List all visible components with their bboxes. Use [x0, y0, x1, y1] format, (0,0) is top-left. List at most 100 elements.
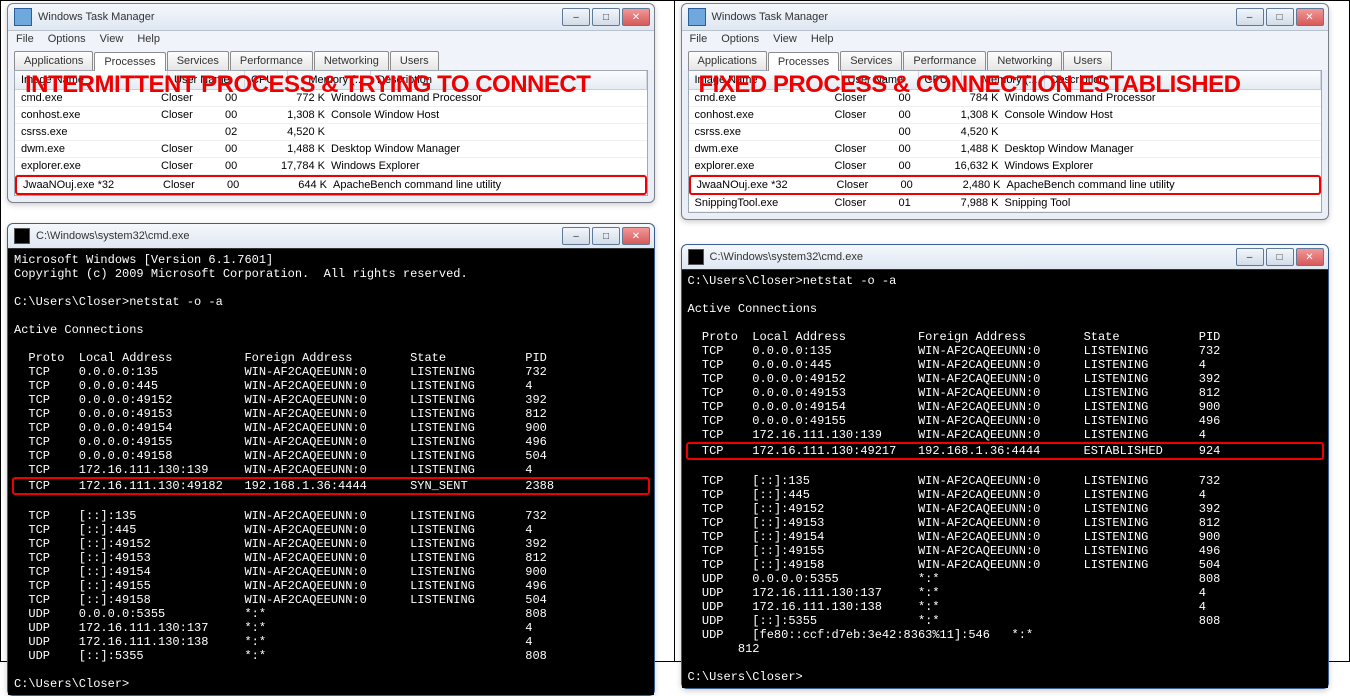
cell: conhost.exe	[21, 109, 161, 121]
maximize-button[interactable]: □	[592, 8, 620, 26]
overlay-label-right: FIXED PROCESS & CONNECTION ESTABLISHED	[699, 71, 1241, 99]
tab-performance[interactable]: Performance	[230, 51, 313, 70]
overlay-label-left: INTERMITTENT PROCESS & TRYING TO CONNECT	[25, 71, 590, 99]
close-button[interactable]: ✕	[622, 8, 650, 26]
cell: conhost.exe	[695, 109, 835, 121]
menu-options[interactable]: Options	[48, 33, 86, 45]
process-row[interactable]: explorer.exeCloser0017,784 KWindows Expl…	[15, 158, 647, 175]
close-button[interactable]: ✕	[622, 227, 650, 245]
maximize-button[interactable]: □	[1266, 248, 1294, 266]
tab-users[interactable]: Users	[390, 51, 439, 70]
cell: 00	[225, 143, 255, 155]
tab-processes[interactable]: Processes	[768, 52, 839, 71]
minimize-button[interactable]: –	[562, 8, 590, 26]
menu-view[interactable]: View	[100, 33, 124, 45]
cell: Windows Explorer	[331, 160, 641, 172]
cell: 00	[225, 160, 255, 172]
cell: 01	[899, 197, 929, 209]
cell: SnippingTool.exe	[695, 197, 835, 209]
titlebar[interactable]: Windows Task Manager–□✕	[682, 4, 1328, 31]
cell: Closer	[835, 160, 899, 172]
menubar: File Options View Help	[8, 31, 654, 47]
close-button[interactable]: ✕	[1296, 248, 1324, 266]
cell: JwaaNOuj.exe *32	[697, 179, 837, 191]
cell: ApacheBench command line utility	[1007, 179, 1313, 191]
cell: Closer	[835, 109, 899, 121]
cell: Closer	[163, 179, 227, 191]
cell: JwaaNOuj.exe *32	[23, 179, 163, 191]
tab-processes[interactable]: Processes	[94, 52, 165, 71]
cell: Console Window Host	[331, 109, 641, 121]
cell: 00	[899, 160, 929, 172]
left-panel: INTERMITTENT PROCESS & TRYING TO CONNECT…	[1, 1, 675, 661]
window-title: Windows Task Manager	[712, 11, 1236, 23]
highlighted-connection: TCP 172.16.111.130:49182 192.168.1.36:44…	[12, 477, 650, 495]
cell: 1,488 K	[255, 143, 331, 155]
cell: 00	[899, 126, 929, 138]
cell: ApacheBench command line utility	[333, 179, 639, 191]
menu-file[interactable]: File	[690, 33, 708, 45]
cell: Windows Explorer	[1005, 160, 1315, 172]
close-button[interactable]: ✕	[1296, 8, 1324, 26]
process-row[interactable]: JwaaNOuj.exe *32Closer002,480 KApacheBen…	[689, 175, 1321, 195]
minimize-button[interactable]: –	[562, 227, 590, 245]
console-output[interactable]: Microsoft Windows [Version 6.1.7601] Cop…	[8, 249, 654, 695]
cell: explorer.exe	[695, 160, 835, 172]
process-row[interactable]: dwm.exeCloser001,488 KDesktop Window Man…	[15, 141, 647, 158]
cell: 00	[225, 109, 255, 121]
window-title: C:\Windows\system32\cmd.exe	[710, 251, 1236, 263]
cell: 00	[899, 109, 929, 121]
cell: Closer	[161, 160, 225, 172]
cell: 16,632 K	[929, 160, 1005, 172]
process-row[interactable]: csrss.exe004,520 K	[689, 124, 1321, 141]
app-icon	[688, 8, 706, 26]
process-row[interactable]: SnippingTool.exeCloser017,988 KSnipping …	[689, 195, 1321, 212]
tab-users[interactable]: Users	[1063, 51, 1112, 70]
menu-view[interactable]: View	[773, 33, 797, 45]
menu-file[interactable]: File	[16, 33, 34, 45]
process-row[interactable]: conhost.exeCloser001,308 KConsole Window…	[689, 107, 1321, 124]
cell: explorer.exe	[21, 160, 161, 172]
cell	[835, 126, 899, 138]
menu-help[interactable]: Help	[811, 33, 834, 45]
tab-strip: ApplicationsProcessesServicesPerformance…	[682, 47, 1328, 70]
cmd-window: C:\Windows\system32\cmd.exe–□✕Microsoft …	[7, 223, 655, 696]
maximize-button[interactable]: □	[1266, 8, 1294, 26]
process-row[interactable]: csrss.exe024,520 K	[15, 124, 647, 141]
cell: 4,520 K	[255, 126, 331, 138]
tab-networking[interactable]: Networking	[314, 51, 389, 70]
tab-applications[interactable]: Applications	[688, 51, 767, 70]
process-row[interactable]: dwm.exeCloser001,488 KDesktop Window Man…	[689, 141, 1321, 158]
tab-performance[interactable]: Performance	[903, 51, 986, 70]
maximize-button[interactable]: □	[592, 227, 620, 245]
process-row[interactable]: JwaaNOuj.exe *32Closer00644 KApacheBench…	[15, 175, 647, 195]
cell: csrss.exe	[695, 126, 835, 138]
cmd-icon	[14, 228, 30, 244]
cell: 1,308 K	[255, 109, 331, 121]
cell: dwm.exe	[695, 143, 835, 155]
cell: Snipping Tool	[1005, 197, 1315, 209]
app-icon	[14, 8, 32, 26]
highlighted-connection: TCP 172.16.111.130:49217 192.168.1.36:44…	[686, 442, 1324, 460]
cell: 00	[227, 179, 257, 191]
cell	[331, 126, 641, 138]
titlebar[interactable]: Windows Task Manager–□✕	[8, 4, 654, 31]
titlebar[interactable]: C:\Windows\system32\cmd.exe–□✕	[8, 224, 654, 249]
titlebar[interactable]: C:\Windows\system32\cmd.exe–□✕	[682, 245, 1328, 270]
minimize-button[interactable]: –	[1236, 8, 1264, 26]
task-manager-window: Windows Task Manager–□✕ File Options View He…	[681, 3, 1329, 220]
tab-applications[interactable]: Applications	[14, 51, 93, 70]
cell: Closer	[835, 143, 899, 155]
minimize-button[interactable]: –	[1236, 248, 1264, 266]
process-row[interactable]: conhost.exeCloser001,308 KConsole Window…	[15, 107, 647, 124]
menu-help[interactable]: Help	[137, 33, 160, 45]
process-row[interactable]: explorer.exeCloser0016,632 KWindows Expl…	[689, 158, 1321, 175]
cell: 17,784 K	[255, 160, 331, 172]
tab-networking[interactable]: Networking	[987, 51, 1062, 70]
tab-services[interactable]: Services	[167, 51, 229, 70]
right-panel: FIXED PROCESS & CONNECTION ESTABLISHED W…	[675, 1, 1350, 661]
menu-options[interactable]: Options	[721, 33, 759, 45]
console-output[interactable]: C:\Users\Closer>netstat -o -a Active Con…	[682, 270, 1328, 688]
menubar: File Options View Help	[682, 31, 1328, 47]
tab-services[interactable]: Services	[840, 51, 902, 70]
